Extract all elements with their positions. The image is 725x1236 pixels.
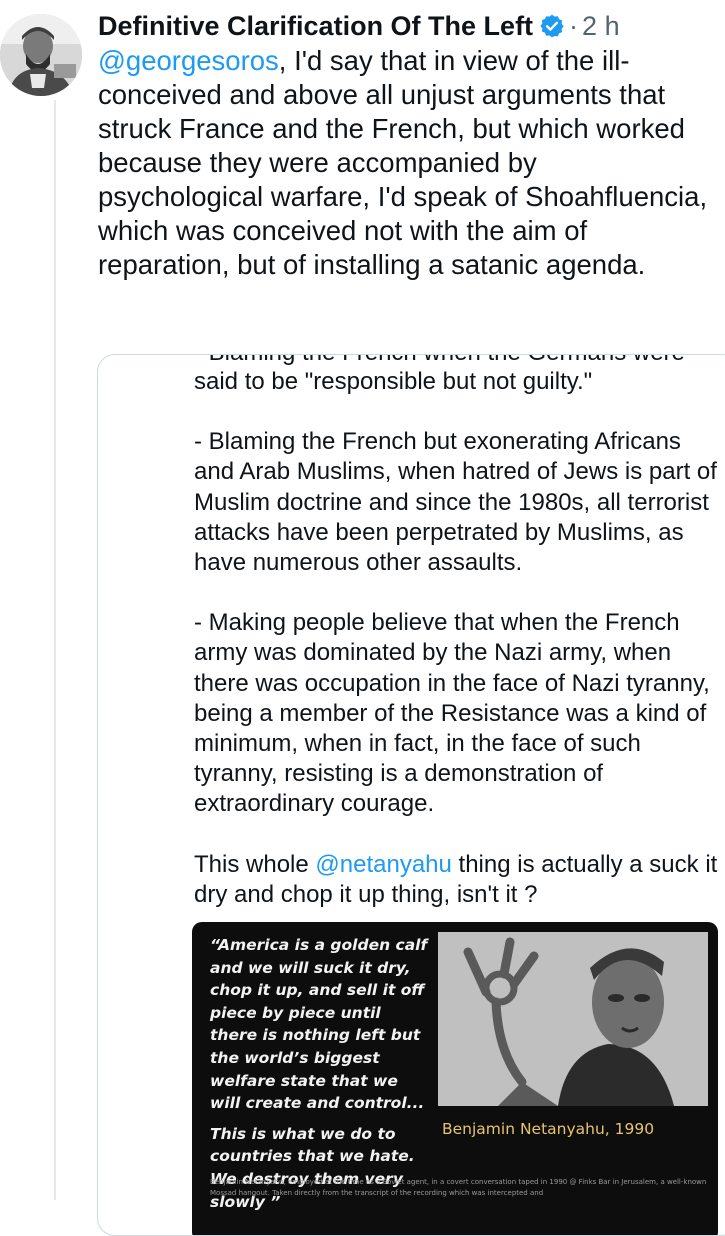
post-timestamp[interactable]: 2 h — [582, 11, 620, 42]
portrait-photo-icon — [438, 932, 708, 1106]
author-name[interactable]: Definitive Clarification Of The Left — [98, 11, 533, 42]
separator-dot: · — [569, 10, 579, 41]
mention-link[interactable]: @georgesoros — [98, 45, 279, 76]
thread-connector-line — [54, 100, 56, 1200]
quoted-post-body: said to be "responsible but not guilty."… — [194, 367, 724, 940]
quote-paragraph: - Blaming the French but exonerating Afr… — [194, 428, 717, 577]
attached-image[interactable]: “America is a golden calf and we will su… — [192, 922, 718, 1235]
quote-paragraph: said to be "responsible but not guilty." — [194, 368, 593, 395]
meme-caption: Benjamin Netanyahu, employed at the time… — [210, 1178, 707, 1197]
quote-text: This whole — [194, 850, 316, 878]
meme-attribution: Benjamin Netanyahu, 1990 — [442, 1120, 655, 1138]
quote-paragraph: - Making people believe that when the Fr… — [194, 609, 710, 818]
meme-quote-line: “America is a golden calf and we will su… — [210, 936, 428, 1113]
avatar-photo-icon — [0, 14, 82, 96]
post-body: @georgesoros, I'd say that in view of th… — [98, 44, 708, 282]
mention-link[interactable]: @netanyahu — [315, 851, 451, 878]
post-header: Definitive Clarification Of The Left · 2… — [98, 6, 620, 46]
verified-badge-icon[interactable] — [539, 13, 565, 39]
quote-paragraph: This whole @netanyahu thing is actually … — [194, 850, 724, 910]
quoted-post-card[interactable]: - Blaming the French when the Germans we… — [97, 354, 725, 1236]
avatar[interactable] — [0, 14, 82, 96]
post-text: , I'd say that in view of the ill-concei… — [98, 45, 708, 280]
portrait-photo — [438, 932, 708, 1106]
